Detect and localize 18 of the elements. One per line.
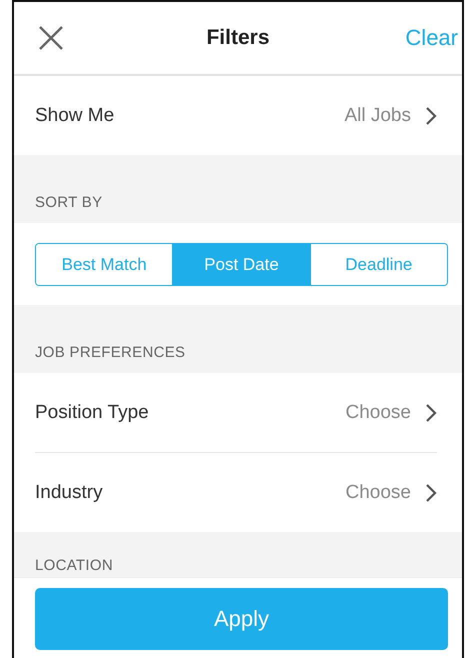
apply-button[interactable]: Apply (35, 588, 448, 650)
sort-option[interactable]: Post Date (172, 244, 310, 285)
chevron-icon (425, 402, 437, 422)
row-label: Position Type (35, 402, 149, 424)
window-title: Filters (206, 26, 270, 49)
chevron-icon (425, 482, 437, 502)
section-heading: SORT BY (35, 194, 102, 211)
sort-option[interactable]: Deadline (310, 244, 447, 285)
row-label: Industry (35, 482, 103, 504)
row-value: Choose (346, 402, 411, 424)
chevron-icon (425, 106, 437, 126)
close-icon[interactable] (38, 25, 64, 51)
row-value: Choose (346, 482, 411, 504)
clear-link[interactable]: Clear (405, 25, 458, 51)
section-heading: LOCATION (35, 557, 113, 574)
section-heading: JOB PREFERENCES (35, 344, 186, 361)
row-value: All Jobs (344, 104, 411, 126)
row-label: Show Me (35, 104, 114, 126)
